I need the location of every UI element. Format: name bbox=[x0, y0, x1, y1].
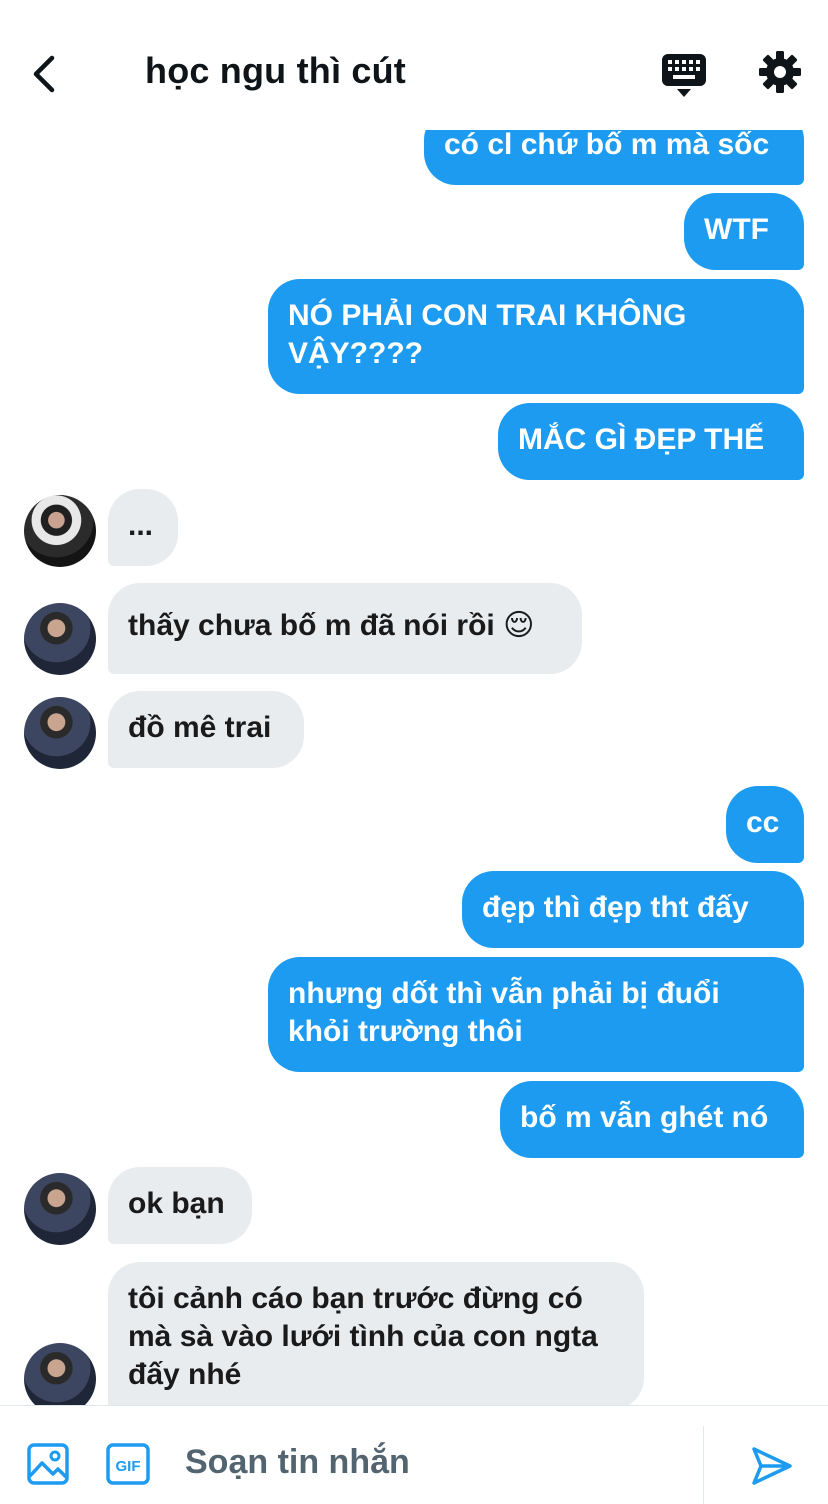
message-bubble[interactable]: nhưng dốt thì vẫn phải bị đuổi khỏi trườ… bbox=[268, 957, 804, 1072]
message-bubble[interactable]: thấy chưa bố m đã nói rồi 😌 bbox=[108, 583, 582, 674]
keyboard-icon[interactable] bbox=[660, 52, 708, 98]
message-bubble[interactable]: tôi cảnh cáo bạn trước đừng có mà sà vào… bbox=[108, 1262, 644, 1405]
message-list[interactable]: có cl chứ bố m mà sốc WTF NÓ PHẢI CON TR… bbox=[0, 0, 828, 1405]
message-bubble[interactable]: bố m vẫn ghét nó bbox=[500, 1081, 804, 1158]
settings-gear-icon[interactable] bbox=[758, 50, 802, 94]
send-icon[interactable] bbox=[750, 1444, 794, 1488]
back-arrow-icon[interactable] bbox=[26, 52, 66, 96]
avatar[interactable] bbox=[24, 1173, 96, 1245]
image-icon[interactable] bbox=[27, 1443, 69, 1485]
conversation-header: học ngu thì cút bbox=[0, 0, 828, 130]
message-bubble[interactable]: đồ mê trai bbox=[108, 691, 304, 768]
composer-bar: GIF Soạn tin nhắn bbox=[0, 1405, 828, 1504]
avatar[interactable] bbox=[24, 495, 96, 567]
message-input[interactable]: Soạn tin nhắn bbox=[185, 1443, 410, 1482]
gif-icon[interactable]: GIF bbox=[106, 1443, 150, 1485]
message-bubble[interactable]: ... bbox=[108, 489, 178, 566]
avatar[interactable] bbox=[24, 1343, 96, 1405]
message-bubble[interactable]: MẮC GÌ ĐẸP THẾ bbox=[498, 403, 804, 480]
svg-text:GIF: GIF bbox=[116, 1458, 141, 1475]
message-bubble[interactable]: WTF bbox=[684, 193, 804, 270]
conversation-title[interactable]: học ngu thì cút bbox=[145, 50, 406, 92]
message-bubble[interactable]: cc bbox=[726, 786, 804, 863]
avatar[interactable] bbox=[24, 697, 96, 769]
message-bubble[interactable]: ok bạn bbox=[108, 1167, 252, 1244]
divider bbox=[703, 1426, 704, 1504]
message-bubble[interactable]: đẹp thì đẹp tht đấy bbox=[462, 871, 804, 948]
message-bubble[interactable]: NÓ PHẢI CON TRAI KHÔNG VẬY???? bbox=[268, 279, 804, 394]
avatar[interactable] bbox=[24, 603, 96, 675]
